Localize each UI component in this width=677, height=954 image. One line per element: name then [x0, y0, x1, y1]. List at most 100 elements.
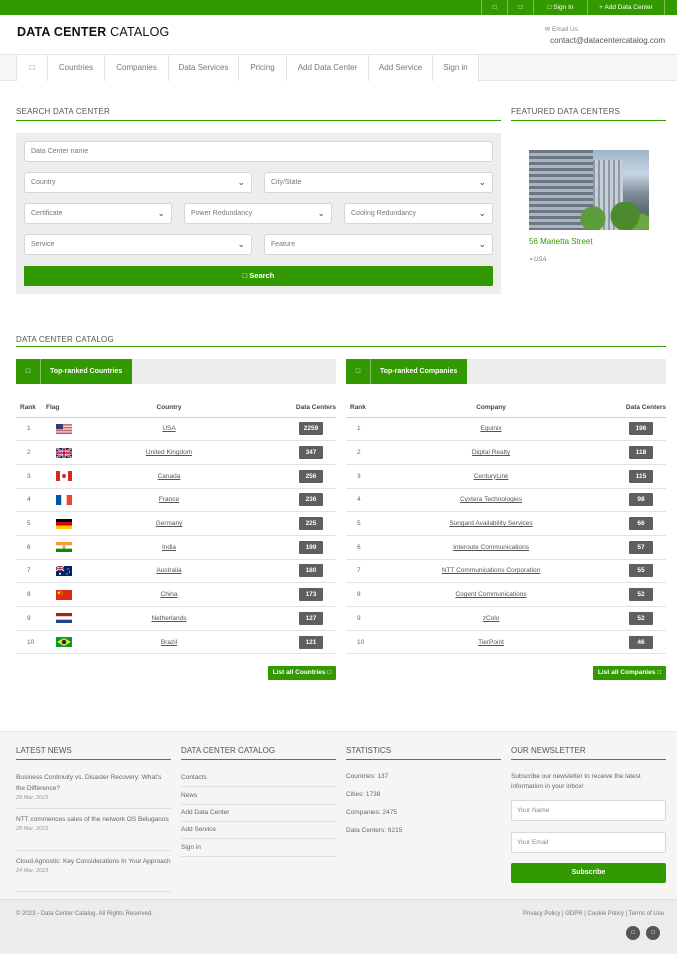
footer-link-add-data-center[interactable]: Add Data Center: [181, 805, 336, 822]
flag-cell: [42, 582, 72, 607]
table-row: 10 Brazil 121: [16, 630, 336, 655]
feature-select[interactable]: Feature ⌄: [264, 234, 493, 255]
company-link[interactable]: Interoute Communications: [453, 544, 529, 551]
data-center-count-badge: 118: [629, 446, 653, 460]
service-select[interactable]: Service ⌄: [24, 234, 252, 255]
featured-data-center-image[interactable]: [529, 150, 649, 230]
divider: [16, 850, 171, 851]
country-link[interactable]: Brazil: [161, 639, 177, 646]
list-all-countries-button[interactable]: List all Countries □: [268, 666, 336, 680]
count-cell: 57: [596, 535, 666, 560]
data-center-name-input[interactable]: Data Center name: [24, 141, 493, 162]
country-link[interactable]: Australia: [156, 567, 181, 574]
flag-cell: [42, 630, 72, 655]
privacy-policy-link[interactable]: Privacy Policy: [523, 911, 560, 917]
list-all-companies-button[interactable]: List all Companies □: [593, 666, 666, 680]
search-button[interactable]: □ Search: [24, 266, 493, 286]
company-link[interactable]: Cyxtera Technologies: [460, 496, 522, 503]
rank-cell: 3: [346, 464, 386, 489]
company-link[interactable]: Sungard Availability Services: [449, 520, 532, 527]
divider: [16, 891, 171, 892]
data-center-count-badge: 52: [629, 611, 653, 625]
company-link[interactable]: Equinix: [480, 425, 501, 432]
copyright-link[interactable]: Data Center Catalog: [41, 911, 96, 917]
country-link[interactable]: India: [162, 544, 176, 551]
table-row: 7 Australia 180: [16, 559, 336, 584]
footer-link-sign-in[interactable]: Sign in: [181, 840, 336, 857]
cooling-redundancy-select[interactable]: Cooling Redundancy ⌄: [344, 203, 493, 224]
tab-top-ranked-countries[interactable]: □ Top-ranked Countries: [16, 359, 132, 384]
company-link[interactable]: NTT Communications Corporation: [442, 567, 541, 574]
country-link[interactable]: China: [161, 591, 178, 598]
nav-item-pricing[interactable]: Pricing: [238, 55, 286, 81]
cookie-policy-link[interactable]: Cookie Policy: [588, 911, 624, 917]
country-link[interactable]: Germany: [156, 520, 183, 527]
terms-of-use-link[interactable]: Terms of Use: [629, 911, 664, 917]
data-center-count-badge: 236: [299, 493, 323, 507]
country-link[interactable]: Netherlands: [151, 615, 186, 622]
news-title[interactable]: Cloud Agnostic: Key Considerations In Yo…: [16, 856, 171, 867]
flag-cell: [42, 440, 72, 465]
rank-cell: 4: [16, 488, 42, 513]
contact-email[interactable]: contact@datacentercatalog.com: [550, 36, 665, 45]
newsletter-email-input[interactable]: Your Email: [511, 832, 666, 853]
featured-data-center-name[interactable]: 56 Marietta Street: [529, 237, 593, 246]
company-link[interactable]: TierPoint: [478, 639, 504, 646]
nav-item-add-data-center[interactable]: Add Data Center: [286, 55, 368, 81]
company-link[interactable]: Cogent Communications: [455, 591, 526, 598]
us-flag-icon: [56, 423, 72, 434]
flag-cell: [42, 417, 72, 442]
footer-link-news[interactable]: News: [181, 788, 336, 805]
country-link[interactable]: USA: [162, 425, 175, 432]
flag-cell: [42, 511, 72, 536]
cooling-select-label: Cooling Redundancy: [351, 210, 416, 217]
certificate-select-label: Certificate: [31, 210, 63, 217]
chevron-down-icon: ⌄: [237, 177, 245, 187]
table-row: 6 India 199: [16, 535, 336, 560]
de-flag-icon: [56, 518, 72, 529]
news-title[interactable]: NTT commences sales of the network OS Be…: [16, 814, 171, 825]
footer-link-add-service[interactable]: Add Service: [181, 822, 336, 839]
facebook-icon[interactable]: □: [626, 926, 640, 940]
nav-item-sign-in[interactable]: Sign in: [432, 55, 479, 81]
rank-cell: 8: [16, 582, 42, 607]
gdpr-link[interactable]: GDPR: [565, 911, 582, 917]
company-link[interactable]: CenturyLink: [474, 473, 509, 480]
footer-catalog-title: DATA CENTER CATALOG: [181, 746, 276, 755]
divider: [16, 808, 171, 809]
data-center-count-badge: 173: [299, 588, 323, 602]
country-link[interactable]: Canada: [158, 473, 181, 480]
add-data-center-link[interactable]: + Add Data Center: [587, 0, 665, 15]
country-link[interactable]: France: [159, 496, 179, 503]
newsletter-name-input[interactable]: Your Name: [511, 800, 666, 821]
nav-item-add-service[interactable]: Add Service: [368, 55, 432, 81]
tab-top-ranked-companies[interactable]: □ Top-ranked Companies: [346, 359, 467, 384]
country-link[interactable]: United Kingdom: [146, 449, 192, 456]
social-icon[interactable]: □: [507, 0, 533, 15]
nav-item-data-services[interactable]: Data Services: [168, 55, 238, 81]
company-link[interactable]: Digital Realty: [472, 449, 510, 456]
tree-shape: [569, 202, 649, 230]
home-icon[interactable]: □: [16, 55, 47, 81]
site-logo[interactable]: DATA CENTER CATALOG: [17, 25, 169, 39]
news-item[interactable]: Cloud Agnostic: Key Considerations In Yo…: [16, 856, 171, 875]
nav-item-companies[interactable]: Companies: [104, 55, 168, 81]
social-icon[interactable]: □: [481, 0, 507, 15]
subscribe-button[interactable]: Subscribe: [511, 863, 666, 883]
footer-link-contacts[interactable]: Contacts: [181, 770, 336, 787]
linkedin-icon[interactable]: □: [646, 926, 660, 940]
news-item[interactable]: Business Continuity vs. Disaster Recover…: [16, 772, 171, 802]
country-select[interactable]: Country ⌄: [24, 172, 252, 193]
news-title[interactable]: Business Continuity vs. Disaster Recover…: [16, 772, 171, 794]
company-link[interactable]: zColo: [483, 615, 500, 622]
news-item[interactable]: NTT commences sales of the network OS Be…: [16, 814, 171, 833]
data-center-count-badge: 55: [629, 564, 653, 578]
city-select[interactable]: City/State ⌄: [264, 172, 493, 193]
nav-item-countries[interactable]: Countries: [47, 55, 104, 81]
power-redundancy-select[interactable]: Power Redundancy ⌄: [184, 203, 332, 224]
data-center-count-badge: 115: [629, 469, 653, 483]
building-icon: □: [346, 359, 371, 384]
top-bar: □ □ □ Sign In + Add Data Center: [0, 0, 677, 15]
sign-in-link[interactable]: □ Sign In: [533, 0, 587, 15]
certificate-select[interactable]: Certificate ⌄: [24, 203, 172, 224]
